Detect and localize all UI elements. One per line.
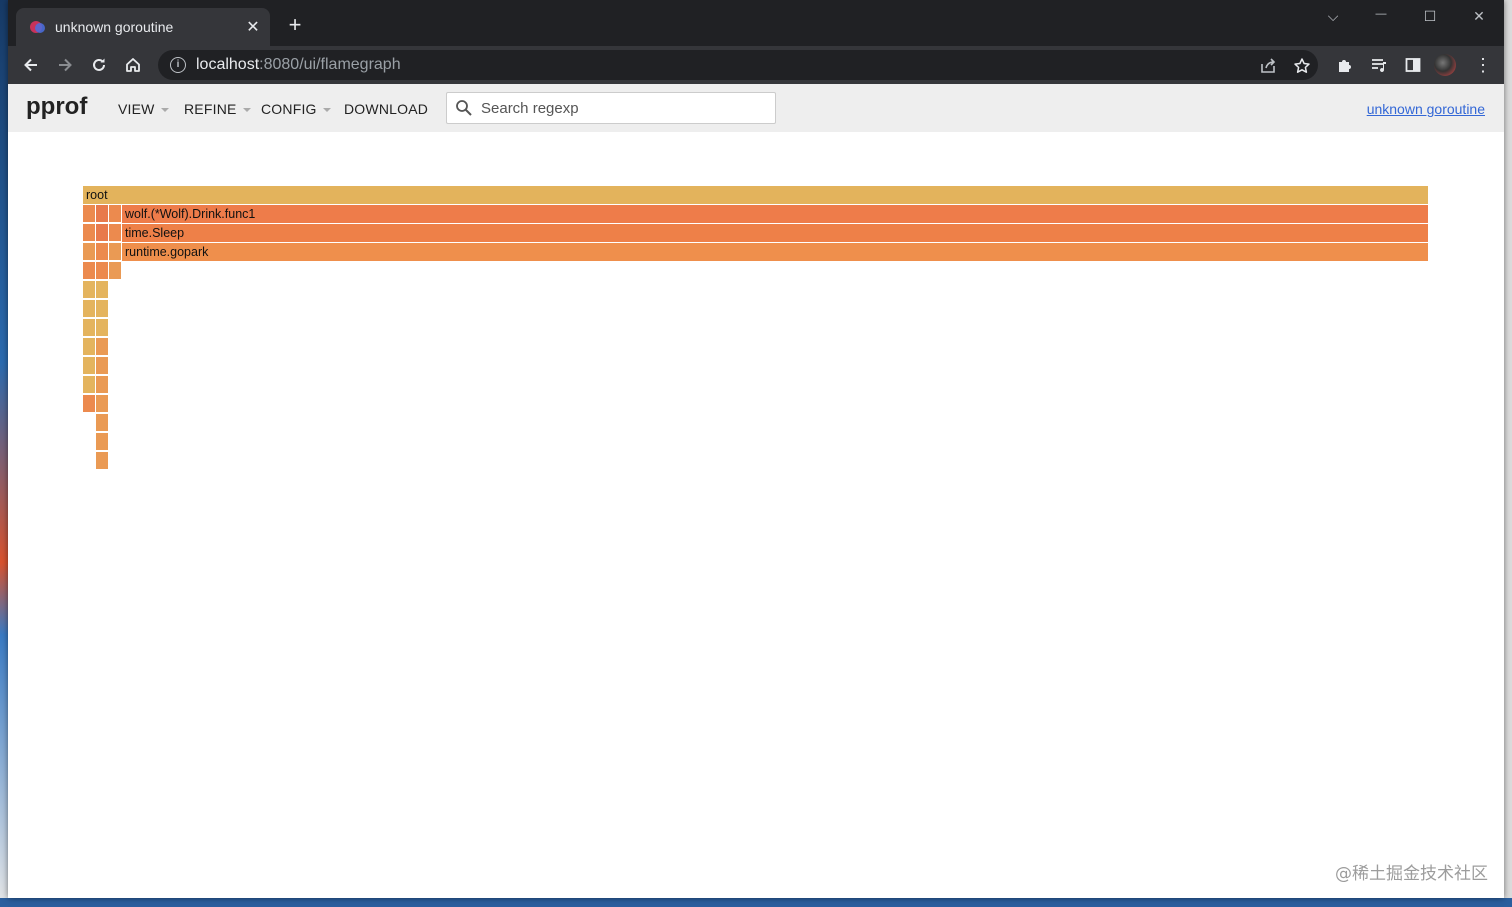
desktop-background-left (0, 0, 8, 907)
flame-root[interactable]: root (83, 186, 1429, 204)
reload-button[interactable] (86, 52, 112, 78)
url-text[interactable]: localhost:8080/ui/flamegraph (196, 56, 401, 74)
extensions-puzzle-icon[interactable] (1334, 54, 1356, 76)
back-arrow-icon (24, 58, 37, 72)
view-menu-label: VIEW (118, 101, 155, 117)
flame-small-frame[interactable] (96, 243, 109, 261)
side-panel-icon[interactable] (1402, 54, 1424, 76)
desktop-background-right (1504, 0, 1512, 907)
browser-toolbar: i localhost:8080/ui/flamegraph ⋮ (8, 46, 1504, 84)
config-menu-label: CONFIG (261, 101, 317, 117)
pprof-header: pprof VIEW REFINE CONFIG DOWNLOAD unknow… (8, 84, 1504, 132)
window-close-button[interactable]: ✕ (1464, 8, 1494, 26)
watermark-text: @稀土掘金技术社区 (1335, 864, 1488, 884)
flame-small-frame[interactable] (109, 262, 122, 280)
desktop-background-bottom (0, 898, 1512, 907)
view-caret-icon (160, 108, 169, 113)
refine-caret-icon (242, 108, 251, 113)
tab-title: unknown goroutine (55, 19, 174, 35)
address-bar[interactable]: i localhost:8080/ui/flamegraph (158, 50, 1318, 80)
flame-small-frame[interactable] (83, 243, 96, 261)
browser-tab-active[interactable]: unknown goroutine ✕ (16, 8, 270, 46)
browser-menu-icon[interactable]: ⋮ (1474, 54, 1492, 76)
flame-frame-time-sleep[interactable]: time.Sleep (122, 224, 1429, 242)
download-menu[interactable]: DOWNLOAD (344, 101, 428, 117)
search-icon (456, 100, 472, 116)
view-menu[interactable]: VIEW (118, 101, 169, 117)
flame-frame-runtime-gopark[interactable]: runtime.gopark (122, 243, 1429, 261)
reload-icon (93, 58, 105, 71)
url-path: :8080/ui/flamegraph (259, 56, 401, 73)
url-host: localhost (196, 56, 260, 73)
flame-small-frame[interactable] (96, 452, 109, 470)
bookmark-star-icon[interactable] (1292, 56, 1312, 76)
flame-small-frame[interactable] (83, 262, 96, 280)
flame-small-frame[interactable] (96, 300, 109, 318)
flame-small-frame[interactable] (83, 319, 96, 337)
flame-small-frame[interactable] (83, 205, 96, 223)
pprof-logo-title[interactable]: pprof (26, 93, 87, 121)
new-tab-button[interactable]: + (284, 14, 306, 36)
home-icon (126, 58, 140, 72)
flame-small-frame[interactable] (96, 338, 109, 356)
flame-small-frame[interactable] (96, 319, 109, 337)
flame-small-frame[interactable] (96, 281, 109, 299)
home-button[interactable] (120, 52, 146, 78)
flame-small-frame[interactable] (96, 224, 109, 242)
profile-avatar[interactable] (1434, 54, 1456, 76)
search-input[interactable] (479, 98, 763, 118)
refine-menu[interactable]: REFINE (184, 101, 251, 117)
forward-arrow-icon (59, 58, 72, 72)
flame-small-frame[interactable] (83, 281, 96, 299)
flame-small-frame[interactable] (109, 205, 122, 223)
flame-small-frame[interactable] (96, 376, 109, 394)
back-button[interactable] (18, 52, 44, 78)
flame-small-frame[interactable] (83, 224, 96, 242)
flame-small-frame[interactable] (96, 433, 109, 451)
browser-window: unknown goroutine ✕ + ⌵ — ☐ ✕ i localhos… (8, 0, 1504, 898)
maximize-button[interactable]: ☐ (1415, 8, 1445, 26)
flame-small-frame[interactable] (96, 395, 109, 413)
minimize-button[interactable]: — (1366, 8, 1396, 26)
flame-small-frame[interactable] (109, 224, 122, 242)
flame-small-frame[interactable] (96, 357, 109, 375)
flame-small-frame[interactable] (109, 243, 122, 261)
search-box[interactable] (446, 92, 776, 124)
media-controls-icon[interactable] (1368, 54, 1390, 76)
tab-strip: unknown goroutine ✕ + ⌵ — ☐ ✕ (8, 0, 1504, 46)
flame-small-frame[interactable] (96, 205, 109, 223)
flame-small-frame[interactable] (83, 300, 96, 318)
flame-small-frame[interactable] (83, 376, 96, 394)
config-caret-icon (322, 108, 331, 113)
config-menu[interactable]: CONFIG (261, 101, 331, 117)
refine-menu-label: REFINE (184, 101, 237, 117)
flame-small-frame[interactable] (96, 414, 109, 432)
tab-search-chevron-icon[interactable]: ⌵ (1318, 8, 1348, 26)
site-info-icon[interactable]: i (170, 57, 186, 73)
flame-small-frame[interactable] (96, 262, 109, 280)
share-icon[interactable] (1258, 56, 1278, 76)
pprof-favicon-icon (30, 19, 46, 35)
forward-button[interactable] (52, 52, 78, 78)
flame-frame-drink-func1[interactable]: wolf.(*Wolf).Drink.func1 (122, 205, 1429, 223)
flame-small-frame[interactable] (83, 395, 96, 413)
profile-name-link[interactable]: unknown goroutine (1367, 101, 1485, 117)
flame-small-frame[interactable] (83, 338, 96, 356)
flamegraph: root wolf.(*Wolf).Drink.func1 time.Sleep… (8, 132, 1504, 898)
tab-close-icon[interactable]: ✕ (242, 17, 264, 37)
download-menu-label: DOWNLOAD (344, 101, 429, 117)
flame-small-frame[interactable] (83, 357, 96, 375)
